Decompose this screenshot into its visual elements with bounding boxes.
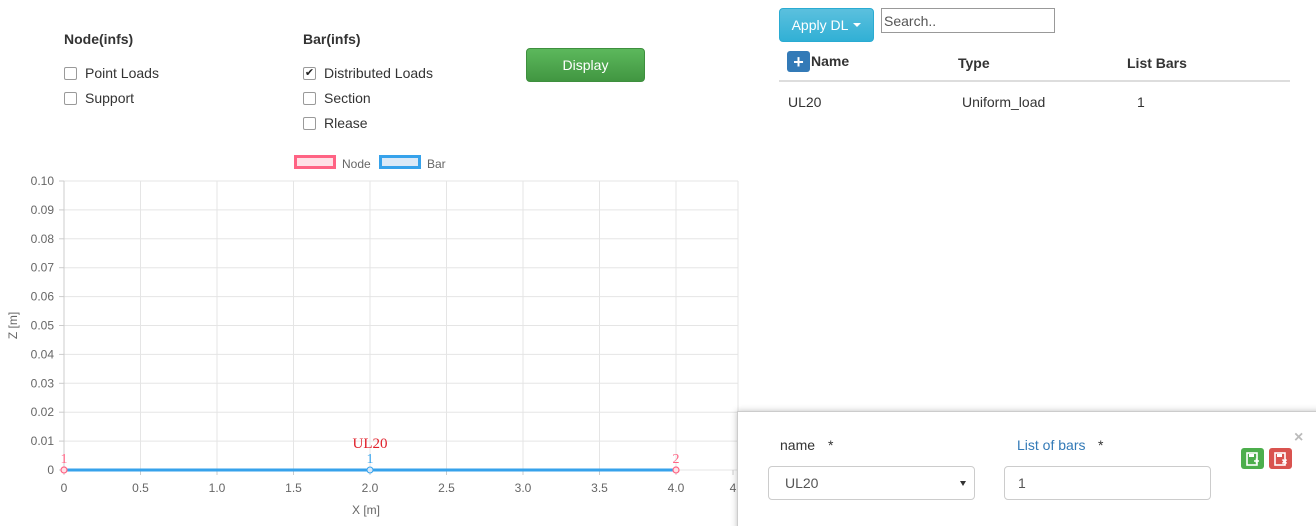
node-label: 1 (61, 452, 68, 467)
y-tick-label: 0.03 (31, 376, 55, 390)
table-row-type[interactable]: Uniform_load (962, 94, 1045, 110)
apply-dl-label: Apply DL (791, 17, 849, 33)
table-row-name[interactable]: UL20 (788, 94, 821, 110)
y-tick-label: 0.09 (31, 203, 55, 217)
y-tick-label: 0.07 (31, 261, 55, 275)
node-point[interactable] (60, 466, 68, 474)
x-tick-label: 1.5 (285, 481, 302, 495)
list-of-bars-label[interactable]: List of bars (1017, 437, 1085, 453)
node-point[interactable] (672, 466, 680, 474)
x-tick-label: 0 (61, 481, 68, 495)
load-editor-panel: name * List of bars * UL20 × (737, 411, 1316, 526)
y-tick-label: 0.02 (31, 405, 55, 419)
add-icon[interactable]: + (787, 51, 810, 72)
load-annotation: UL20 (353, 436, 388, 452)
table-row-list-bars[interactable]: 1 (1137, 94, 1145, 110)
column-header-name[interactable]: Name (811, 53, 849, 69)
delete-icon[interactable] (1269, 448, 1292, 469)
bar-midpoint[interactable] (366, 466, 374, 474)
y-tick-label: 0.06 (31, 290, 55, 304)
bar-label: 1 (367, 452, 374, 467)
y-tick-label: 0.04 (31, 347, 55, 361)
list-of-bars-input[interactable] (1004, 466, 1211, 500)
close-icon[interactable]: × (1294, 429, 1303, 447)
list-required-mark: * (1098, 437, 1104, 453)
x-tick-label: 4.0 (668, 481, 685, 495)
structure-chart: 0.10 0.09 0.08 0.07 0.06 0.05 0.04 0.03 0.02 0.01… (6, 174, 739, 517)
chevron-down-icon (960, 481, 966, 486)
y-tick-label: 0.05 (31, 319, 55, 333)
y-tick-label: 0 (47, 463, 54, 477)
name-select[interactable]: UL20 (768, 466, 975, 500)
name-required-mark: * (828, 437, 834, 453)
y-tick-label: 0.08 (31, 232, 55, 246)
x-tick-label: 2.5 (438, 481, 455, 495)
x-tick-label: 3.0 (515, 481, 532, 495)
save-icon[interactable] (1241, 448, 1264, 469)
node-label: 2 (673, 452, 680, 467)
x-tick-label: 3.5 (591, 481, 608, 495)
x-tick-label: 0.5 (132, 481, 149, 495)
name-field-label: name (780, 437, 816, 453)
x-tick-label: 4 (730, 481, 737, 495)
y-axis-title: Z [m] (6, 312, 20, 339)
x-tick-label: 2.0 (362, 481, 379, 495)
table-header-divider (779, 80, 1290, 82)
y-tick-label: 0.10 (31, 174, 55, 188)
apply-dl-button[interactable]: Apply DL (779, 8, 874, 42)
x-tick-label: 1.0 (209, 481, 226, 495)
name-select-value: UL20 (785, 475, 819, 491)
y-tick-label: 0.01 (31, 434, 55, 448)
column-header-list-bars[interactable]: List Bars (1127, 55, 1187, 71)
x-axis-title: X [m] (352, 503, 380, 517)
search-input[interactable] (881, 8, 1055, 33)
caret-down-icon (853, 23, 862, 27)
column-header-type[interactable]: Type (958, 55, 990, 71)
